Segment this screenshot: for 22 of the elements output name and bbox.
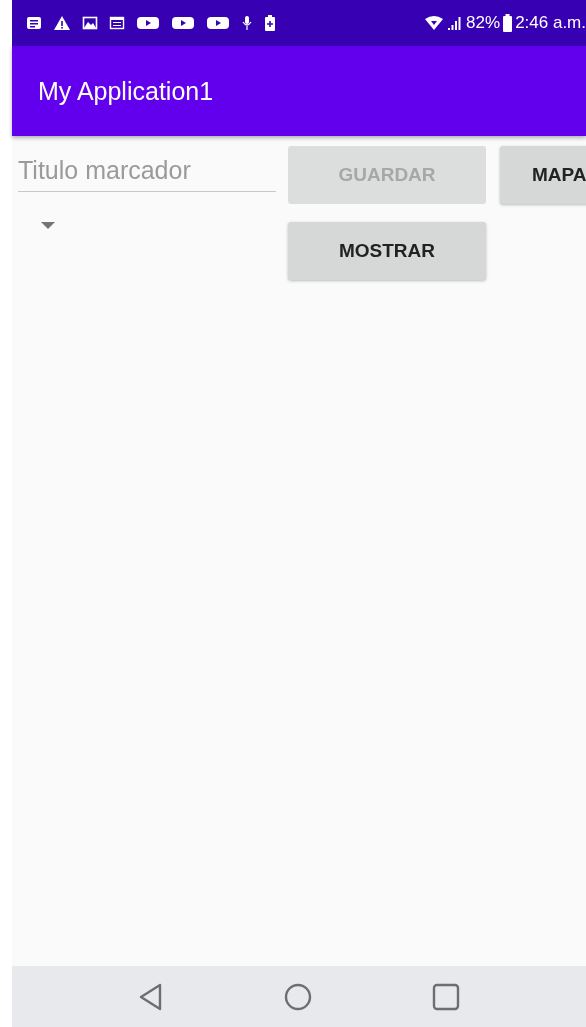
title-input-field[interactable]: Titulo marcador [18, 146, 276, 192]
battery-charging-icon [264, 14, 276, 32]
home-icon[interactable] [284, 982, 312, 1011]
image-icon [82, 15, 98, 31]
play-icon [206, 15, 230, 31]
action-button[interactable]: MOSTRAR [288, 222, 486, 280]
back-icon[interactable] [138, 982, 164, 1011]
warning-icon [53, 15, 71, 31]
battery-icon [503, 14, 513, 32]
microphone-icon [241, 15, 253, 31]
battery-percent: 82% [466, 13, 501, 33]
clock: 2:46 a.m. [515, 13, 586, 33]
app-title: My Application1 [38, 76, 214, 106]
play-icon [136, 15, 160, 31]
signal-icon [447, 15, 464, 31]
calendar-icon [109, 15, 125, 31]
play-icon [171, 15, 195, 31]
dropdown-arrow-icon[interactable] [41, 222, 55, 229]
recents-icon[interactable] [432, 982, 460, 1011]
wifi-icon [424, 15, 445, 31]
message-icon [26, 15, 42, 31]
action-button[interactable]: MAPA [500, 146, 586, 204]
